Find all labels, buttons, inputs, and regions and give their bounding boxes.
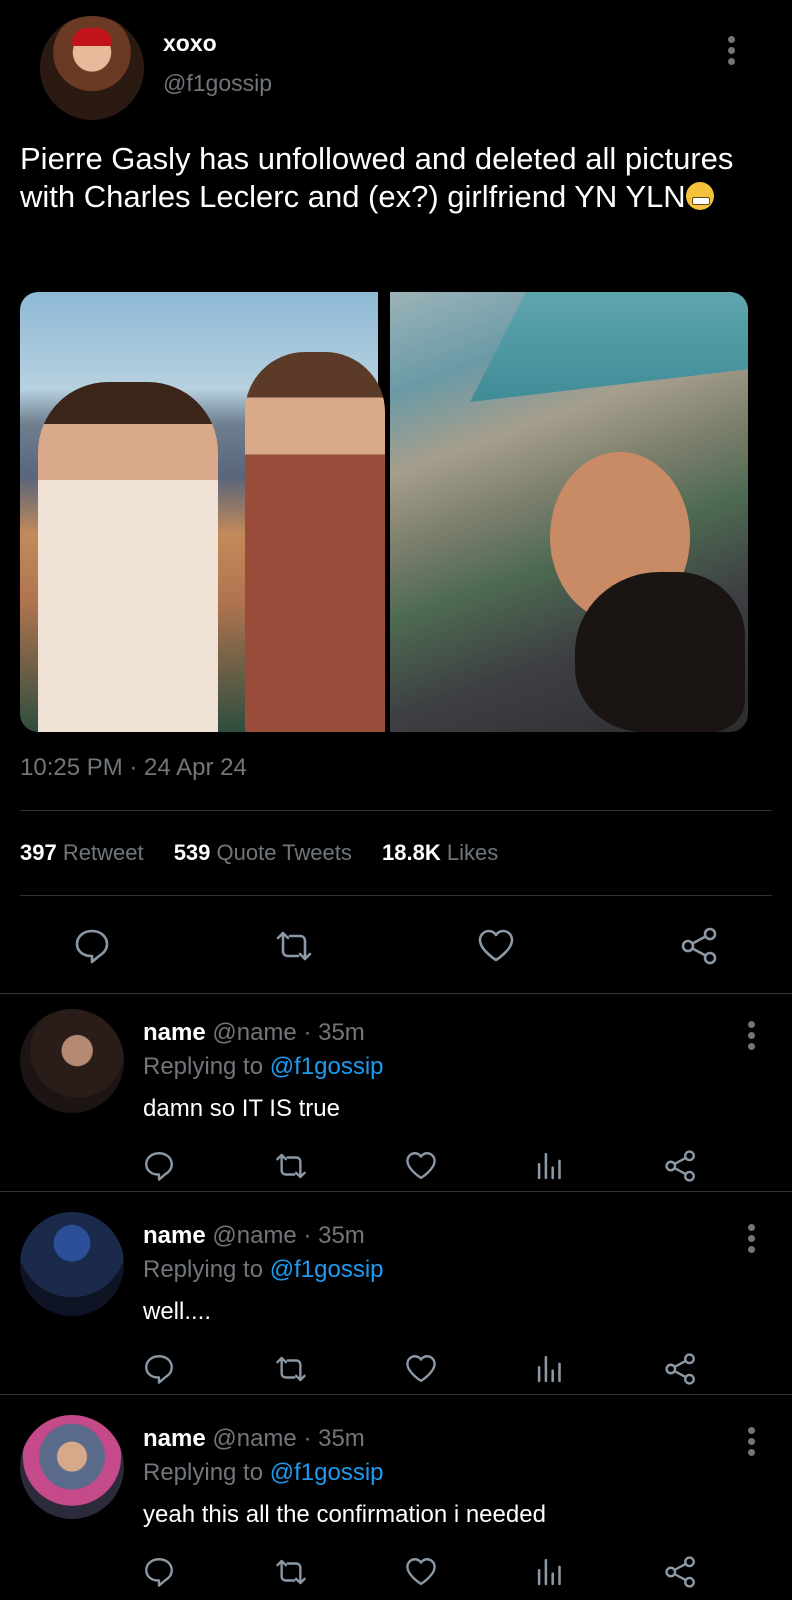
reply-handle-time: @name · 35m	[212, 1425, 365, 1452]
replying-to: Replying to @f1gossip	[143, 1053, 384, 1081]
avatar[interactable]	[40, 16, 144, 120]
photo-person-1	[38, 382, 218, 732]
retweet-icon[interactable]	[274, 1352, 314, 1392]
reply-header: name @name · 35m	[143, 1425, 365, 1453]
avatar[interactable]	[20, 1009, 124, 1113]
tweet-timestamp[interactable]: 10:25 PM · 24 Apr 24	[20, 754, 247, 782]
more-icon[interactable]	[748, 1427, 756, 1457]
retweet-icon[interactable]	[274, 1555, 314, 1595]
reply-handle-time: @name · 35m	[212, 1019, 365, 1046]
replying-prefix: Replying to	[143, 1256, 264, 1283]
stat-label: Quote Tweets	[216, 840, 352, 865]
heart-icon[interactable]	[404, 1149, 444, 1189]
more-icon[interactable]	[748, 1224, 756, 1254]
replying-prefix: Replying to	[143, 1053, 264, 1080]
reply-header: name @name · 35m	[143, 1019, 365, 1047]
media-photo-2[interactable]	[390, 292, 748, 732]
reply-actions	[0, 1348, 792, 1388]
main-tweet: xoxo @f1gossip Pierre Gasly has unfollow…	[0, 0, 792, 896]
photo-person-2	[245, 352, 385, 732]
grimacing-face-icon	[685, 182, 714, 210]
tweet-text: Pierre Gasly has unfollowed and deleted …	[20, 140, 780, 216]
views-icon[interactable]	[534, 1149, 574, 1189]
reply-tweet[interactable]: name @name · 35m Replying to @f1gossip w…	[0, 1198, 792, 1401]
more-icon[interactable]	[748, 1021, 756, 1051]
share-icon[interactable]	[664, 1352, 704, 1392]
stat-label: Likes	[446, 840, 499, 865]
stat-retweets[interactable]: 397 Retweet	[20, 840, 144, 865]
reply-display-name[interactable]: name	[143, 1425, 206, 1452]
stat-likes[interactable]: 18.8K Likes	[382, 840, 498, 865]
heart-icon[interactable]	[476, 926, 516, 966]
divider	[20, 810, 772, 811]
stat-label: Retweet	[62, 840, 144, 865]
display-name[interactable]: xoxo	[163, 30, 217, 57]
divider	[0, 993, 792, 994]
reply-tweet[interactable]: name @name · 35m Replying to @f1gossip d…	[0, 995, 792, 1198]
reply-icon[interactable]	[142, 1555, 182, 1595]
reply-actions	[0, 1145, 792, 1185]
reply-icon[interactable]	[72, 926, 112, 966]
views-icon[interactable]	[534, 1352, 574, 1392]
reply-text: damn so IT IS true	[143, 1095, 340, 1122]
replying-to-link[interactable]: @f1gossip	[270, 1256, 384, 1283]
tweet-stats: 397 Retweet 539 Quote Tweets 18.8K Likes	[20, 840, 522, 866]
divider	[0, 1394, 792, 1395]
reply-handle-time: @name · 35m	[212, 1222, 365, 1249]
tweet-media[interactable]	[20, 292, 748, 732]
reply-display-name[interactable]: name	[143, 1019, 206, 1046]
photo-sea	[470, 292, 748, 402]
handle[interactable]: @f1gossip	[163, 70, 272, 97]
stat-quote-tweets[interactable]: 539 Quote Tweets	[174, 840, 352, 865]
heart-icon[interactable]	[404, 1352, 444, 1392]
share-icon[interactable]	[680, 926, 720, 966]
stat-count: 397	[20, 840, 57, 865]
replying-prefix: Replying to	[143, 1459, 264, 1486]
reply-tweet[interactable]: name @name · 35m Replying to @f1gossip y…	[0, 1401, 792, 1600]
avatar-cap	[72, 28, 112, 46]
divider	[20, 895, 772, 896]
replying-to-link[interactable]: @f1gossip	[270, 1053, 384, 1080]
reply-text: yeah this all the confirmation i needed	[143, 1501, 546, 1528]
share-icon[interactable]	[664, 1149, 704, 1189]
share-icon[interactable]	[664, 1555, 704, 1595]
reply-icon[interactable]	[142, 1352, 182, 1392]
media-photo-1[interactable]	[20, 292, 385, 732]
reply-header: name @name · 35m	[143, 1222, 365, 1250]
avatar[interactable]	[20, 1212, 124, 1316]
heart-icon[interactable]	[404, 1555, 444, 1595]
retweet-icon[interactable]	[274, 926, 314, 966]
more-icon[interactable]	[728, 36, 736, 66]
stat-count: 18.8K	[382, 840, 441, 865]
stat-count: 539	[173, 840, 211, 865]
retweet-icon[interactable]	[274, 1149, 314, 1189]
divider	[0, 1191, 792, 1192]
reply-icon[interactable]	[142, 1149, 182, 1189]
tweet-header: xoxo @f1gossip	[20, 0, 772, 130]
replying-to-link[interactable]: @f1gossip	[270, 1459, 384, 1486]
photo-hair	[575, 572, 745, 732]
avatar[interactable]	[20, 1415, 124, 1519]
tweet-actions	[0, 922, 792, 972]
reply-display-name[interactable]: name	[143, 1222, 206, 1249]
reply-actions	[0, 1551, 792, 1591]
replying-to: Replying to @f1gossip	[143, 1459, 384, 1487]
replying-to: Replying to @f1gossip	[143, 1256, 384, 1284]
reply-text: well....	[143, 1298, 212, 1325]
tweet-text-body: Pierre Gasly has unfollowed and deleted …	[20, 141, 734, 214]
views-icon[interactable]	[534, 1555, 574, 1595]
